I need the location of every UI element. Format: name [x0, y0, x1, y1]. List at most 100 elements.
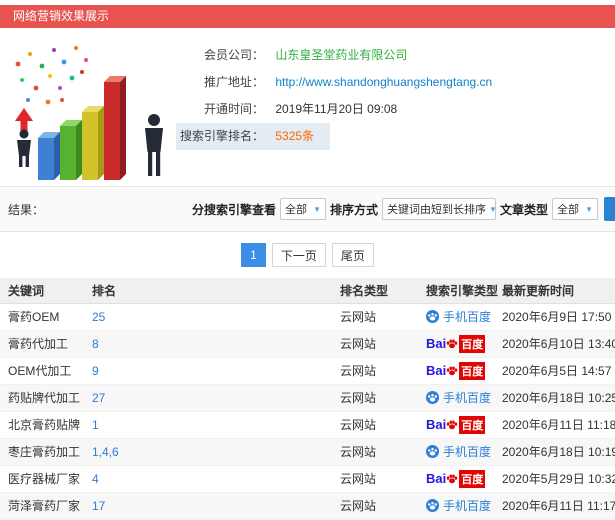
page-title: 网络营销效果展示	[13, 9, 110, 23]
engine-label: 手机百度	[443, 498, 492, 513]
table-row: 膏药代加工 8 云网站 Bai 百度 2020年6月10日 13:40	[0, 330, 615, 358]
engine-cell: 手机百度	[418, 492, 494, 520]
engine-rank-label: 搜索引擎排名：	[179, 129, 264, 143]
keyword-cell: 北京膏药贴牌	[0, 411, 84, 439]
keyword-cell: 药贴牌代加工	[0, 384, 84, 412]
keyword-cell: 膏药代加工	[0, 330, 84, 358]
col-updated: 最新更新时间	[494, 278, 615, 304]
baidu-logo: Bai 百度	[426, 334, 486, 353]
sort-select[interactable]: 关键词由短到长排序 ▼	[382, 198, 497, 220]
updated-cell: 2020年5月29日 10:32	[494, 465, 615, 493]
page-header: 网络营销效果展示	[0, 5, 615, 28]
baidu-paw-icon	[447, 420, 458, 429]
engine-filter-value: 全部	[285, 204, 308, 216]
page-button-current[interactable]: 1	[241, 243, 266, 267]
table-row: 北京膏药贴牌 1 云网站 Bai 百度 2020年6月11日 11:18	[0, 411, 615, 439]
table-row: 枣庄膏药加工 1,4,6 云网站 手机百度 2020年6月18日 10:19	[0, 438, 615, 466]
rank-type-cell: 云网站	[332, 330, 418, 358]
info-row-url: 推广地址： http://www.shandonghuangshengtang.…	[176, 69, 492, 96]
mobile-baidu-icon	[426, 444, 439, 458]
results-table: 关键词 排名 排名类型 搜索引擎类型 最新更新时间 膏药OEM 25 云网站 手…	[0, 278, 615, 520]
baidu-paw-icon	[447, 366, 458, 375]
baidu-paw-icon	[447, 339, 458, 348]
rank-link[interactable]: 17	[92, 499, 105, 513]
col-rank-type: 排名类型	[332, 278, 418, 304]
table-row: 医疗器械厂家 4 云网站 Bai 百度 2020年5月29日 10:32	[0, 465, 615, 493]
engine-label: 百度	[459, 334, 486, 353]
rank-type-cell: 云网站	[332, 465, 418, 493]
rank-link[interactable]: 25	[92, 310, 105, 324]
sort-value: 关键词由短到长排序	[387, 204, 487, 216]
info-row-open-time: 开通时间： 2019年11月20日 09:08	[176, 96, 492, 123]
engine-label: 手机百度	[443, 444, 492, 459]
open-time-label: 开通时间：	[203, 102, 264, 116]
rank-cell: 25	[84, 303, 332, 331]
businessman-left-figure	[17, 129, 31, 167]
article-type-label: 文章类型	[500, 202, 549, 217]
rank-type-cell: 云网站	[332, 492, 418, 520]
updated-cell: 2020年6月5日 14:57	[494, 357, 615, 385]
mobile-baidu-icon	[426, 390, 439, 404]
engine-filter-select[interactable]: 全部 ▼	[280, 198, 327, 220]
updated-cell: 2020年6月18日 10:19	[494, 438, 615, 466]
filter-controls: 分搜索引擎查看 全部 ▼ 排序方式 关键词由短到长排序 ▼ 文章类型 全部 ▼ …	[192, 197, 615, 221]
info-row-engine-rank: 搜索引擎排名： 5325条	[176, 123, 331, 150]
table-row: OEM代加工 9 云网站 Bai 百度 2020年6月5日 14:57	[0, 357, 615, 385]
engine-cell: 手机百度	[418, 384, 494, 412]
mobile-baidu-logo: 手机百度	[426, 497, 491, 514]
rank-link[interactable]: 1,4,6	[92, 445, 119, 459]
bar-chart-illustration	[15, 46, 163, 180]
rank-type-cell: 云网站	[332, 411, 418, 439]
rank-link[interactable]: 8	[92, 337, 99, 351]
last-page-button[interactable]: 尾页	[331, 243, 374, 267]
result-label: 结果：	[8, 202, 45, 217]
baidu-wordmark: Bai	[426, 471, 447, 486]
keyword-cell: OEM代加工	[0, 357, 84, 385]
table-header-row: 关键词 排名 排名类型 搜索引擎类型 最新更新时间	[0, 278, 615, 304]
engine-rank-unit: 条	[302, 129, 315, 143]
bars	[38, 76, 126, 180]
rank-cell: 4	[84, 465, 332, 493]
marketing-chart-image	[4, 34, 176, 184]
keyword-cell: 菏泽膏药厂家	[0, 492, 84, 520]
keyword-cell: 膏药OEM	[0, 303, 84, 331]
mobile-baidu-logo: 手机百度	[426, 308, 491, 325]
engine-label: 百度	[459, 361, 486, 380]
engine-cell: 手机百度	[418, 438, 494, 466]
engine-filter-label: 分搜索引擎查看	[192, 202, 277, 217]
submit-button[interactable]: 提交	[604, 197, 615, 221]
rank-cell: 1,4,6	[84, 438, 332, 466]
baidu-paw-icon	[447, 474, 458, 483]
chevron-down-icon: ▼	[585, 204, 594, 214]
promotion-url-link[interactable]: http://www.shandonghuangshengtang.cn	[275, 75, 492, 89]
updated-cell: 2020年6月11日 11:18	[494, 411, 615, 439]
rank-link[interactable]: 1	[92, 418, 99, 432]
keyword-cell: 枣庄膏药加工	[0, 438, 84, 466]
baidu-logo: Bai 百度	[426, 415, 486, 434]
baidu-logo: Bai 百度	[426, 361, 486, 380]
engine-label: 手机百度	[443, 390, 492, 405]
open-time-value: 2019年11月20日 09:08	[275, 102, 398, 116]
rank-type-cell: 云网站	[332, 384, 418, 412]
businessman-right-figure	[145, 114, 163, 176]
table-row: 膏药OEM 25 云网站 手机百度 2020年6月9日 17:50	[0, 303, 615, 331]
rank-link[interactable]: 27	[92, 391, 105, 405]
engine-cell: Bai 百度	[418, 411, 494, 439]
mobile-baidu-icon	[426, 309, 439, 323]
company-link[interactable]: 山东皇圣堂药业有限公司	[275, 48, 407, 62]
info-section: 会员公司： 山东皇圣堂药业有限公司 推广地址： http://www.shand…	[0, 28, 615, 186]
rank-link[interactable]: 4	[92, 472, 99, 486]
next-page-button[interactable]: 下一页	[271, 243, 326, 267]
baidu-wordmark: Bai	[426, 336, 447, 351]
baidu-wordmark: Bai	[426, 417, 447, 432]
engine-label: 百度	[459, 415, 486, 434]
mobile-baidu-logo: 手机百度	[426, 389, 491, 406]
chevron-down-icon: ▼	[489, 205, 495, 214]
updated-cell: 2020年6月18日 10:25	[494, 384, 615, 412]
rank-link[interactable]: 9	[92, 364, 99, 378]
sort-label: 排序方式	[330, 202, 379, 217]
baidu-logo: Bai 百度	[426, 469, 486, 488]
article-type-select[interactable]: 全部 ▼	[552, 198, 599, 220]
mobile-baidu-logo: 手机百度	[426, 443, 491, 460]
rank-cell: 1	[84, 411, 332, 439]
